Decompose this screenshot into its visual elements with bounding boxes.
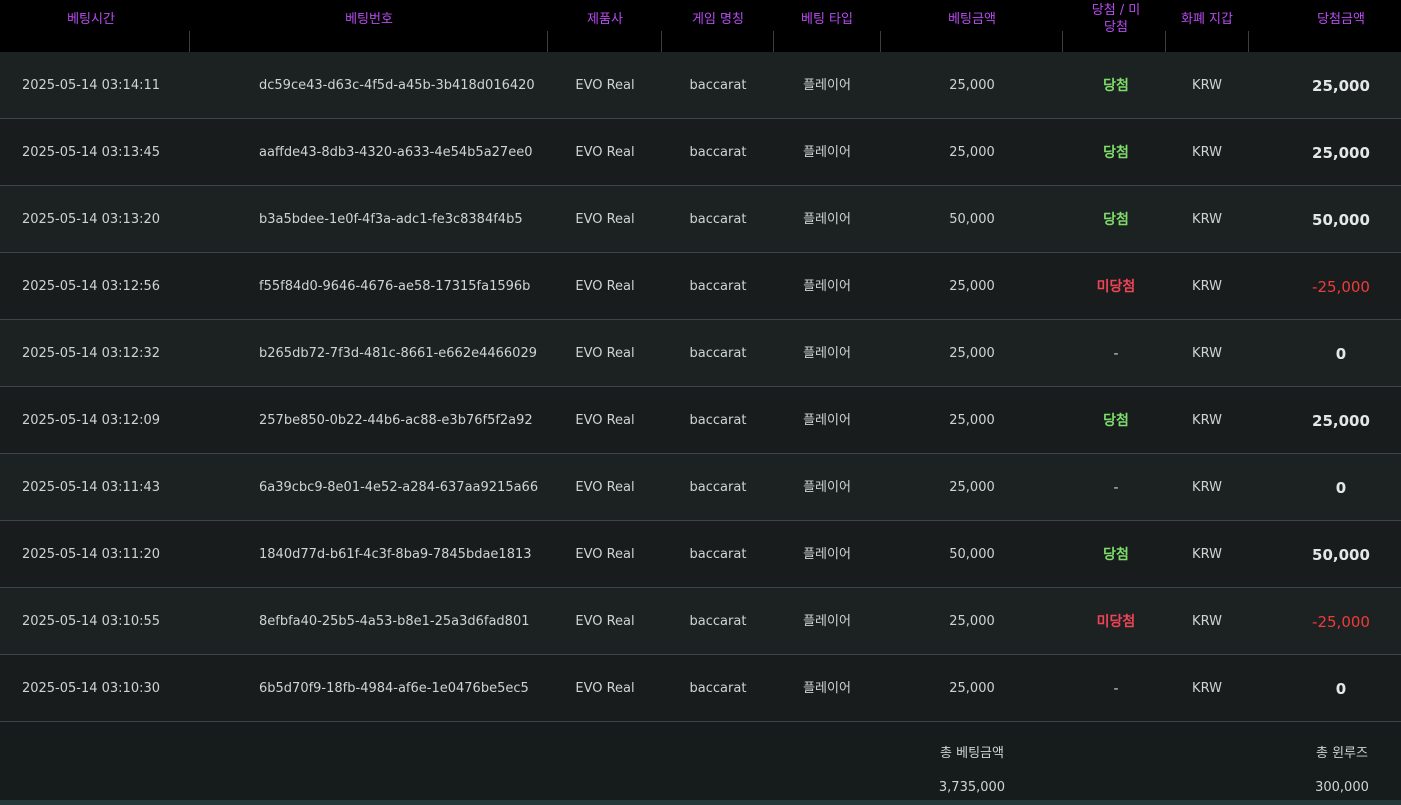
cell-win: 0: [1335, 479, 1347, 497]
bet-history-table: 2025-05-14 03:14:11 dc59ce43-d63c-4f5d-a4…: [0, 52, 1401, 722]
cell-id: b3a5bdee-1e0f-4f3a-adc1-fe3c8384f4b5: [259, 212, 523, 227]
cell-time: 2025-05-14 03:13:20: [21, 212, 161, 227]
table-row: 2025-05-14 03:10:30 6b5d70f9-18fb-4984-af…: [0, 655, 1401, 722]
cell-id: dc59ce43-d63c-4f5d-a45b-3b418d016420: [259, 78, 535, 93]
cell-time: 2025-05-14 03:10:55: [21, 614, 161, 629]
cell-win: 50,000: [1312, 546, 1370, 564]
column-header-id: 베팅번호: [190, 0, 548, 52]
cell-id: 6a39cbc9-8e01-4e52-a284-637aa9215a66: [259, 480, 539, 495]
column-header-time: 베팅시간: [0, 0, 190, 52]
total-rolling-label: 총 윈루즈: [1316, 746, 1368, 761]
table-header: 베팅시간 베팅번호 제품사 게임 명칭 베팅 타입 베팅금액 당첨 / 미당첨 화폐 지갑 당첨…: [0, 0, 1401, 52]
column-header-label: 베팅번호: [345, 12, 393, 27]
cell-win: 0: [1335, 345, 1347, 363]
cell-id: aaffde43-8db3-4320-a633-4e54b5a27ee0: [259, 145, 533, 160]
cell-win: -25,000: [1312, 278, 1370, 296]
column-header-label: 당첨금액: [1317, 12, 1365, 27]
cell-time: 2025-05-14 03:11:43: [21, 480, 161, 495]
cell-time: 2025-05-14 03:12:32: [21, 346, 161, 361]
column-header-label: 베팅시간: [67, 12, 115, 27]
summary-footer: 총 베팅금액 3,735,000 총 윈루즈 300,000: [0, 722, 1401, 800]
cell-id: b265db72-7f3d-481c-8661-e662e4466029: [259, 346, 537, 361]
total-bet-label: 총 베팅금액: [940, 746, 1004, 761]
table-row: 2025-05-14 03:12:32 b265db72-7f3d-481c-86…: [0, 320, 1401, 387]
table-row: 2025-05-14 03:11:43 6a39cbc9-8e01-4e52-a2…: [0, 454, 1401, 521]
total-rolling-value: 300,000: [1315, 780, 1369, 795]
column-header-bet: 베팅금액: [881, 0, 1063, 52]
table-row: 2025-05-14 03:13:45 aaffde43-8db3-4320-a6…: [0, 119, 1401, 186]
column-header-label: 베팅금액: [948, 12, 996, 27]
cell-win: 25,000: [1312, 77, 1370, 95]
cell-time: 2025-05-14 03:12:09: [21, 413, 161, 428]
cell-time: 2025-05-14 03:14:11: [21, 78, 161, 93]
table-row: 2025-05-14 03:11:20 1840d77d-b61f-4c3f-8b…: [0, 521, 1401, 588]
total-bet-value: 3,735,000: [938, 780, 1006, 795]
cell-id: 257be850-0b22-44b6-ac88-e3b76f5f2a92: [259, 413, 533, 428]
cell-win: 50,000: [1312, 211, 1370, 229]
cell-win: 0: [1335, 680, 1347, 698]
table-row: 2025-05-14 03:14:11 dc59ce43-d63c-4f5d-a4…: [0, 52, 1401, 119]
cell-win: 25,000: [1312, 412, 1370, 430]
table-row: 2025-05-14 03:12:09 257be850-0b22-44b6-ac…: [0, 387, 1401, 454]
table-row: 2025-05-14 03:13:20 b3a5bdee-1e0f-4f3a-ad…: [0, 186, 1401, 253]
cell-win: -25,000: [1312, 613, 1370, 631]
column-header-win: 당첨금액: [1249, 0, 1401, 52]
cell-id: 8efbfa40-25b5-4a53-b8e1-25a3d6fad801: [259, 614, 530, 629]
column-header-type: 베팅 타입: [774, 0, 881, 52]
cell-time: 2025-05-14 03:11:20: [21, 547, 161, 562]
cell-win: 25,000: [1312, 144, 1370, 162]
cell-id: f55f84d0-9646-4676-ae58-17315fa1596b: [259, 279, 531, 294]
cell-time: 2025-05-14 03:13:45: [21, 145, 161, 160]
cell-time: 2025-05-14 03:12:56: [21, 279, 161, 294]
table-row: 2025-05-14 03:12:56 f55f84d0-9646-4676-ae…: [0, 253, 1401, 320]
cell-time: 2025-05-14 03:10:30: [21, 681, 161, 696]
cell-id: 6b5d70f9-18fb-4984-af6e-1e0476be5ec5: [259, 681, 529, 696]
table-row: 2025-05-14 03:10:55 8efbfa40-25b5-4a53-b8…: [0, 588, 1401, 655]
cell-id: 1840d77d-b61f-4c3f-8ba9-7845bdae1813: [259, 547, 532, 562]
column-header-currency: 화폐 지갑: [1166, 0, 1249, 52]
